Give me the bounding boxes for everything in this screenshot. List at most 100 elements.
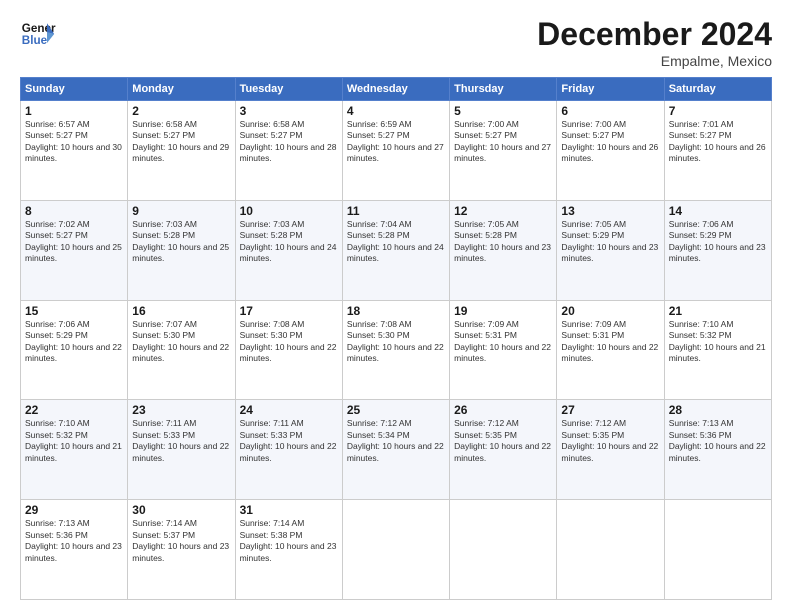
day-number: 22 [25, 403, 123, 417]
calendar-cell: 15 Sunrise: 7:06 AMSunset: 5:29 PMDaylig… [21, 300, 128, 400]
day-info: Sunrise: 7:04 AMSunset: 5:28 PMDaylight:… [347, 219, 444, 263]
day-info: Sunrise: 7:12 AMSunset: 5:35 PMDaylight:… [454, 418, 551, 462]
day-number: 2 [132, 104, 230, 118]
calendar-cell: 25 Sunrise: 7:12 AMSunset: 5:34 PMDaylig… [342, 400, 449, 500]
calendar-cell [557, 500, 664, 600]
day-info: Sunrise: 7:10 AMSunset: 5:32 PMDaylight:… [25, 418, 122, 462]
calendar-cell [342, 500, 449, 600]
calendar-cell: 26 Sunrise: 7:12 AMSunset: 5:35 PMDaylig… [450, 400, 557, 500]
day-number: 4 [347, 104, 445, 118]
day-number: 16 [132, 304, 230, 318]
day-number: 13 [561, 204, 659, 218]
day-info: Sunrise: 7:10 AMSunset: 5:32 PMDaylight:… [669, 319, 766, 363]
day-number: 30 [132, 503, 230, 517]
calendar-cell: 27 Sunrise: 7:12 AMSunset: 5:35 PMDaylig… [557, 400, 664, 500]
day-number: 12 [454, 204, 552, 218]
calendar-week-row: 22 Sunrise: 7:10 AMSunset: 5:32 PMDaylig… [21, 400, 772, 500]
calendar-cell: 21 Sunrise: 7:10 AMSunset: 5:32 PMDaylig… [664, 300, 771, 400]
day-number: 1 [25, 104, 123, 118]
day-info: Sunrise: 7:06 AMSunset: 5:29 PMDaylight:… [669, 219, 766, 263]
calendar-week-row: 15 Sunrise: 7:06 AMSunset: 5:29 PMDaylig… [21, 300, 772, 400]
calendar-cell: 17 Sunrise: 7:08 AMSunset: 5:30 PMDaylig… [235, 300, 342, 400]
day-info: Sunrise: 7:01 AMSunset: 5:27 PMDaylight:… [669, 119, 766, 163]
col-wednesday: Wednesday [342, 78, 449, 101]
day-info: Sunrise: 7:00 AMSunset: 5:27 PMDaylight:… [561, 119, 658, 163]
day-info: Sunrise: 7:03 AMSunset: 5:28 PMDaylight:… [132, 219, 229, 263]
day-info: Sunrise: 7:14 AMSunset: 5:38 PMDaylight:… [240, 518, 337, 562]
calendar-week-row: 29 Sunrise: 7:13 AMSunset: 5:36 PMDaylig… [21, 500, 772, 600]
day-info: Sunrise: 7:08 AMSunset: 5:30 PMDaylight:… [240, 319, 337, 363]
col-thursday: Thursday [450, 78, 557, 101]
calendar-cell: 9 Sunrise: 7:03 AMSunset: 5:28 PMDayligh… [128, 200, 235, 300]
calendar-table: Sunday Monday Tuesday Wednesday Thursday… [20, 77, 772, 600]
day-info: Sunrise: 6:58 AMSunset: 5:27 PMDaylight:… [240, 119, 337, 163]
calendar-cell: 18 Sunrise: 7:08 AMSunset: 5:30 PMDaylig… [342, 300, 449, 400]
day-info: Sunrise: 7:02 AMSunset: 5:27 PMDaylight:… [25, 219, 122, 263]
calendar-cell: 24 Sunrise: 7:11 AMSunset: 5:33 PMDaylig… [235, 400, 342, 500]
calendar-cell: 28 Sunrise: 7:13 AMSunset: 5:36 PMDaylig… [664, 400, 771, 500]
calendar-cell: 10 Sunrise: 7:03 AMSunset: 5:28 PMDaylig… [235, 200, 342, 300]
calendar-cell: 3 Sunrise: 6:58 AMSunset: 5:27 PMDayligh… [235, 101, 342, 201]
day-info: Sunrise: 7:12 AMSunset: 5:34 PMDaylight:… [347, 418, 444, 462]
day-info: Sunrise: 7:09 AMSunset: 5:31 PMDaylight:… [454, 319, 551, 363]
day-number: 7 [669, 104, 767, 118]
day-info: Sunrise: 7:08 AMSunset: 5:30 PMDaylight:… [347, 319, 444, 363]
svg-text:Blue: Blue [22, 34, 48, 47]
calendar-cell: 1 Sunrise: 6:57 AMSunset: 5:27 PMDayligh… [21, 101, 128, 201]
day-info: Sunrise: 7:05 AMSunset: 5:29 PMDaylight:… [561, 219, 658, 263]
month-title: December 2024 [537, 16, 772, 53]
calendar-cell: 19 Sunrise: 7:09 AMSunset: 5:31 PMDaylig… [450, 300, 557, 400]
day-info: Sunrise: 7:11 AMSunset: 5:33 PMDaylight:… [132, 418, 229, 462]
day-number: 9 [132, 204, 230, 218]
day-info: Sunrise: 7:13 AMSunset: 5:36 PMDaylight:… [25, 518, 122, 562]
calendar-cell [664, 500, 771, 600]
calendar-cell: 20 Sunrise: 7:09 AMSunset: 5:31 PMDaylig… [557, 300, 664, 400]
calendar-cell: 13 Sunrise: 7:05 AMSunset: 5:29 PMDaylig… [557, 200, 664, 300]
calendar-cell: 8 Sunrise: 7:02 AMSunset: 5:27 PMDayligh… [21, 200, 128, 300]
page: General Blue December 2024 Empalme, Mexi… [0, 0, 792, 612]
day-number: 18 [347, 304, 445, 318]
day-info: Sunrise: 7:06 AMSunset: 5:29 PMDaylight:… [25, 319, 122, 363]
calendar-cell: 2 Sunrise: 6:58 AMSunset: 5:27 PMDayligh… [128, 101, 235, 201]
day-number: 31 [240, 503, 338, 517]
day-info: Sunrise: 7:13 AMSunset: 5:36 PMDaylight:… [669, 418, 766, 462]
calendar-cell: 5 Sunrise: 7:00 AMSunset: 5:27 PMDayligh… [450, 101, 557, 201]
calendar-cell: 7 Sunrise: 7:01 AMSunset: 5:27 PMDayligh… [664, 101, 771, 201]
calendar-week-row: 1 Sunrise: 6:57 AMSunset: 5:27 PMDayligh… [21, 101, 772, 201]
day-number: 15 [25, 304, 123, 318]
logo-icon: General Blue [20, 16, 56, 52]
header: General Blue December 2024 Empalme, Mexi… [20, 16, 772, 69]
day-info: Sunrise: 7:00 AMSunset: 5:27 PMDaylight:… [454, 119, 551, 163]
day-number: 17 [240, 304, 338, 318]
day-info: Sunrise: 6:57 AMSunset: 5:27 PMDaylight:… [25, 119, 122, 163]
day-info: Sunrise: 7:03 AMSunset: 5:28 PMDaylight:… [240, 219, 337, 263]
day-number: 21 [669, 304, 767, 318]
calendar-cell: 4 Sunrise: 6:59 AMSunset: 5:27 PMDayligh… [342, 101, 449, 201]
day-info: Sunrise: 6:58 AMSunset: 5:27 PMDaylight:… [132, 119, 229, 163]
calendar-header-row: Sunday Monday Tuesday Wednesday Thursday… [21, 78, 772, 101]
calendar-cell: 30 Sunrise: 7:14 AMSunset: 5:37 PMDaylig… [128, 500, 235, 600]
logo: General Blue [20, 16, 56, 52]
col-sunday: Sunday [21, 78, 128, 101]
day-number: 10 [240, 204, 338, 218]
day-number: 28 [669, 403, 767, 417]
day-info: Sunrise: 7:09 AMSunset: 5:31 PMDaylight:… [561, 319, 658, 363]
day-number: 20 [561, 304, 659, 318]
col-saturday: Saturday [664, 78, 771, 101]
calendar-cell: 23 Sunrise: 7:11 AMSunset: 5:33 PMDaylig… [128, 400, 235, 500]
day-number: 14 [669, 204, 767, 218]
title-block: December 2024 Empalme, Mexico [537, 16, 772, 69]
calendar-cell: 6 Sunrise: 7:00 AMSunset: 5:27 PMDayligh… [557, 101, 664, 201]
calendar-cell: 12 Sunrise: 7:05 AMSunset: 5:28 PMDaylig… [450, 200, 557, 300]
day-number: 29 [25, 503, 123, 517]
location: Empalme, Mexico [537, 53, 772, 69]
day-info: Sunrise: 7:05 AMSunset: 5:28 PMDaylight:… [454, 219, 551, 263]
calendar-week-row: 8 Sunrise: 7:02 AMSunset: 5:27 PMDayligh… [21, 200, 772, 300]
day-number: 23 [132, 403, 230, 417]
calendar-cell: 31 Sunrise: 7:14 AMSunset: 5:38 PMDaylig… [235, 500, 342, 600]
calendar-cell: 11 Sunrise: 7:04 AMSunset: 5:28 PMDaylig… [342, 200, 449, 300]
calendar-cell [450, 500, 557, 600]
day-info: Sunrise: 7:14 AMSunset: 5:37 PMDaylight:… [132, 518, 229, 562]
col-tuesday: Tuesday [235, 78, 342, 101]
calendar-cell: 22 Sunrise: 7:10 AMSunset: 5:32 PMDaylig… [21, 400, 128, 500]
